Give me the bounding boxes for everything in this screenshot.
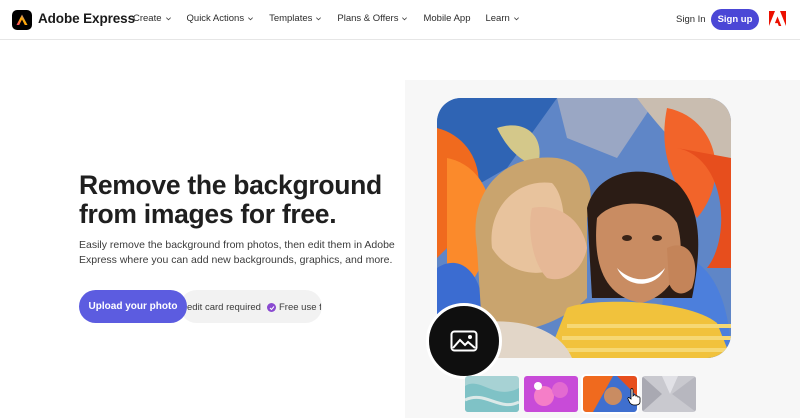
nav-mobile-app-label: Mobile App <box>423 13 471 24</box>
check-icon <box>267 303 276 312</box>
nav-create-label: Create <box>133 13 162 24</box>
sign-in-link[interactable]: Sign In <box>676 14 706 25</box>
thumbnail-4[interactable] <box>642 376 696 412</box>
chevron-down-icon <box>402 17 408 21</box>
nav-learn[interactable]: Learn <box>485 13 519 24</box>
brand-name[interactable]: Adobe Express <box>38 11 135 26</box>
top-nav-bar: Adobe Express Create Quick Actions Templ… <box>0 0 800 40</box>
upload-photo-button[interactable]: Upload your photo <box>79 290 187 323</box>
headline-line-2: from images for free. <box>79 199 337 229</box>
nav-plans-offers-label: Plans & Offers <box>337 13 399 24</box>
image-icon-button[interactable] <box>426 303 502 379</box>
adobe-express-logo-icon[interactable] <box>12 10 32 30</box>
adobe-logo-icon[interactable] <box>769 11 786 27</box>
nav-plans-offers[interactable]: Plans & Offers <box>337 13 408 24</box>
sign-up-button[interactable]: Sign up <box>711 9 759 30</box>
nav-learn-label: Learn <box>485 13 510 24</box>
headline-line-1: Remove the background <box>79 170 382 200</box>
chevron-down-icon <box>248 17 254 21</box>
main-nav: Create Quick Actions Templates Plans & O… <box>133 13 520 24</box>
nav-create[interactable]: Create <box>133 13 172 24</box>
nav-templates[interactable]: Templates <box>269 13 322 24</box>
thumbnail-1[interactable] <box>465 376 519 412</box>
thumbnail-2[interactable] <box>524 376 578 412</box>
hand-cursor-icon <box>627 388 641 406</box>
nav-quick-actions-label: Quick Actions <box>186 13 245 24</box>
page-title: Remove the background from images for fr… <box>79 171 399 229</box>
feature-free-use: Free use fo <box>279 302 321 313</box>
nav-templates-label: Templates <box>269 13 313 24</box>
chevron-down-icon <box>513 17 519 21</box>
chevron-down-icon <box>316 17 322 21</box>
feature-no-credit-card: edit card required <box>187 302 261 313</box>
nav-mobile-app[interactable]: Mobile App <box>423 13 470 24</box>
image-icon <box>450 330 478 352</box>
chevron-down-icon <box>165 17 171 21</box>
hero-description: Easily remove the background from photos… <box>79 239 395 266</box>
nav-quick-actions[interactable]: Quick Actions <box>187 13 255 24</box>
